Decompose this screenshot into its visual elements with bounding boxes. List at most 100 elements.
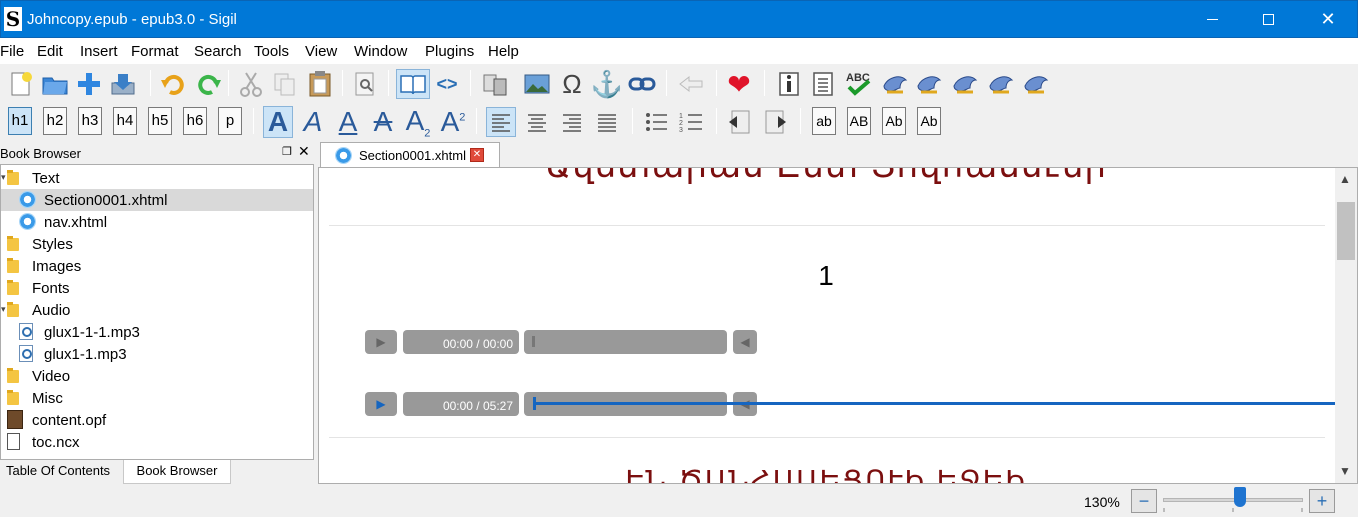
insert-link-button[interactable]: [627, 69, 657, 99]
vertical-scrollbar[interactable]: ▲ ▼: [1335, 168, 1357, 483]
menu-plugins[interactable]: Plugins: [425, 43, 474, 60]
metadata-button[interactable]: [774, 69, 804, 99]
menu-tools[interactable]: Tools: [254, 43, 289, 60]
maximize-button[interactable]: [1246, 1, 1292, 38]
redo-button[interactable]: [194, 69, 224, 99]
window-title-bar[interactable]: S Johncopy.epub - epub3.0 - Sigil ✕: [0, 0, 1358, 38]
heading-h2-button[interactable]: h2: [43, 107, 67, 135]
menu-view[interactable]: View: [305, 43, 337, 60]
tree-item[interactable]: Fonts: [1, 277, 313, 299]
zoom-slider-track[interactable]: [1163, 498, 1303, 502]
heading-h1-button[interactable]: h1: [8, 107, 32, 135]
heading-h4-button[interactable]: h4: [113, 107, 137, 135]
uppercase-button[interactable]: AB: [847, 107, 871, 135]
scroll-up-icon[interactable]: ▲: [1339, 172, 1351, 186]
seek-bar[interactable]: [524, 330, 727, 354]
subscript-button[interactable]: A2: [403, 105, 433, 140]
code-view-button[interactable]: <>: [432, 69, 462, 99]
expand-arrow-icon[interactable]: ▾: [1, 172, 6, 183]
paragraph-button[interactable]: p: [218, 107, 242, 135]
insert-image-button[interactable]: [522, 69, 552, 99]
bold-button[interactable]: A: [263, 106, 293, 138]
zoom-in-button[interactable]: +: [1309, 489, 1335, 513]
decrease-indent-button[interactable]: [725, 107, 755, 137]
seek-knob[interactable]: [532, 336, 535, 347]
heading-h3-button[interactable]: h3: [78, 107, 102, 135]
plugin-3-button[interactable]: [950, 69, 980, 99]
expand-arrow-icon[interactable]: ▾: [1, 304, 6, 315]
menu-insert[interactable]: Insert: [80, 43, 118, 60]
align-left-button[interactable]: [486, 107, 516, 137]
heading-h5-button[interactable]: h5: [148, 107, 172, 135]
cut-button[interactable]: [236, 69, 266, 99]
superscript-button[interactable]: A2: [438, 106, 468, 138]
tree-item[interactable]: toc.ncx: [1, 431, 313, 453]
scroll-down-icon[interactable]: ▼: [1339, 464, 1351, 478]
tree-item[interactable]: Misc: [1, 387, 313, 409]
book-view-button[interactable]: [396, 69, 430, 99]
strikethrough-button[interactable]: A: [368, 106, 398, 138]
menu-window[interactable]: Window: [354, 43, 407, 60]
close-window-button[interactable]: ✕: [1305, 1, 1351, 38]
heading-h6-button[interactable]: h6: [183, 107, 207, 135]
undo-button[interactable]: [158, 69, 188, 99]
insert-anchor-button[interactable]: ⚓: [591, 69, 623, 99]
save-button[interactable]: [108, 69, 138, 99]
italic-button[interactable]: A: [298, 106, 328, 138]
zoom-slider-thumb[interactable]: [1234, 487, 1246, 507]
tree-item[interactable]: Images: [1, 255, 313, 277]
plugin-4-button[interactable]: [986, 69, 1016, 99]
tree-item[interactable]: glux1-1.mp3: [1, 343, 313, 365]
find-in-page-button[interactable]: [350, 69, 380, 99]
align-right-button[interactable]: [557, 107, 587, 137]
tab-table-of-contents[interactable]: Table Of Contents: [0, 460, 122, 482]
donate-button[interactable]: ❤: [724, 69, 754, 100]
tree-item[interactable]: Styles: [1, 233, 313, 255]
plugin-1-button[interactable]: [880, 69, 910, 99]
capitalize-button[interactable]: Ab: [917, 107, 941, 135]
back-button[interactable]: [676, 69, 706, 99]
play-button[interactable]: ▶: [365, 392, 397, 416]
tree-item[interactable]: Video: [1, 365, 313, 387]
numbered-list-button[interactable]: 123: [676, 107, 706, 137]
add-file-button[interactable]: [74, 69, 104, 99]
table-of-contents-button[interactable]: [808, 69, 838, 99]
volume-button[interactable]: ◀: [733, 330, 757, 354]
bullet-list-button[interactable]: [641, 107, 671, 137]
tree-item[interactable]: ▾ Text: [1, 167, 313, 189]
split-view-button[interactable]: [480, 69, 510, 99]
titlecase-button[interactable]: Ab: [882, 107, 906, 135]
underline-button[interactable]: A: [333, 106, 363, 138]
scrollbar-thumb[interactable]: [1337, 202, 1355, 260]
close-tab-icon[interactable]: ✕: [470, 148, 484, 162]
tree-item[interactable]: ▾ Audio: [1, 299, 313, 321]
align-justify-button[interactable]: [592, 107, 622, 137]
paste-button[interactable]: [305, 69, 335, 99]
book-preview[interactable]: Ավետարան Ըստ Յովհաննէսի 1 ▶ 00:00 / 00:0…: [318, 167, 1358, 484]
tree-item[interactable]: Section0001.xhtml: [1, 189, 313, 211]
menu-format[interactable]: Format: [131, 43, 179, 60]
spellcheck-button[interactable]: ABC: [844, 69, 874, 99]
tree-item[interactable]: glux1-1-1.mp3: [1, 321, 313, 343]
tab-section0001[interactable]: Section0001.xhtml ✕: [320, 142, 500, 168]
menu-help[interactable]: Help: [488, 43, 519, 60]
plugin-2-button[interactable]: [914, 69, 944, 99]
plugin-5-button[interactable]: [1021, 69, 1051, 99]
tree-item[interactable]: content.opf: [1, 409, 313, 431]
close-panel-icon[interactable]: ✕: [298, 143, 310, 160]
open-button[interactable]: [40, 69, 70, 99]
minimize-button[interactable]: [1190, 1, 1236, 38]
menu-edit[interactable]: Edit: [37, 43, 63, 60]
new-file-button[interactable]: [6, 69, 36, 99]
increase-indent-button[interactable]: [760, 107, 790, 137]
zoom-out-button[interactable]: −: [1131, 489, 1157, 513]
tree-item[interactable]: nav.xhtml: [1, 211, 313, 233]
copy-button[interactable]: [270, 69, 300, 99]
float-panel-icon[interactable]: ❐: [282, 145, 292, 158]
align-center-button[interactable]: [522, 107, 552, 137]
tab-book-browser[interactable]: Book Browser: [123, 460, 231, 484]
play-button[interactable]: ▶: [365, 330, 397, 354]
lowercase-button[interactable]: ab: [812, 107, 836, 135]
menu-search[interactable]: Search: [194, 43, 242, 60]
menu-file[interactable]: File: [0, 43, 24, 60]
